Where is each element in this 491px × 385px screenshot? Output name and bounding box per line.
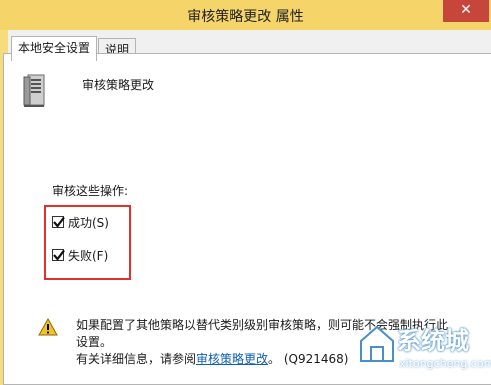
success-checkbox[interactable] — [52, 216, 65, 228]
warning-prefix: 有关详细信息，请参阅 — [76, 352, 197, 366]
window-title: 审核策略更改 属性 — [187, 9, 304, 25]
success-option[interactable]: 成功(S) — [52, 214, 109, 230]
title-bar: 审核策略更改 属性 ✕ — [0, 0, 491, 30]
warning-suffix: 。 (Q921468) — [268, 352, 349, 366]
warning-icon — [38, 317, 58, 339]
check-icon — [53, 249, 65, 261]
close-icon: ✕ — [460, 2, 472, 18]
watermark-url: xitongcheng.com — [399, 357, 491, 370]
policy-name: 审核策略更改 — [82, 78, 155, 92]
close-button[interactable]: ✕ — [443, 0, 489, 22]
failure-checkbox[interactable] — [52, 249, 65, 261]
audit-policy-change-link[interactable]: 审核策略更改 — [196, 352, 268, 366]
server-icon — [22, 73, 48, 112]
success-label: 成功(S) — [68, 215, 109, 230]
failure-option[interactable]: 失败(F) — [52, 247, 108, 263]
watermark-logo: 系统城 xitongcheng.com — [355, 319, 491, 381]
watermark-brand: 系统城 — [397, 327, 469, 355]
house-logo-icon — [360, 325, 394, 362]
tab-local-security-setting[interactable]: 本地安全设置 — [11, 36, 98, 61]
tab-label: 本地安全设置 — [18, 41, 91, 55]
check-icon — [53, 216, 65, 228]
audit-heading: 审核这些操作: — [52, 184, 129, 198]
failure-label: 失败(F) — [68, 248, 109, 263]
